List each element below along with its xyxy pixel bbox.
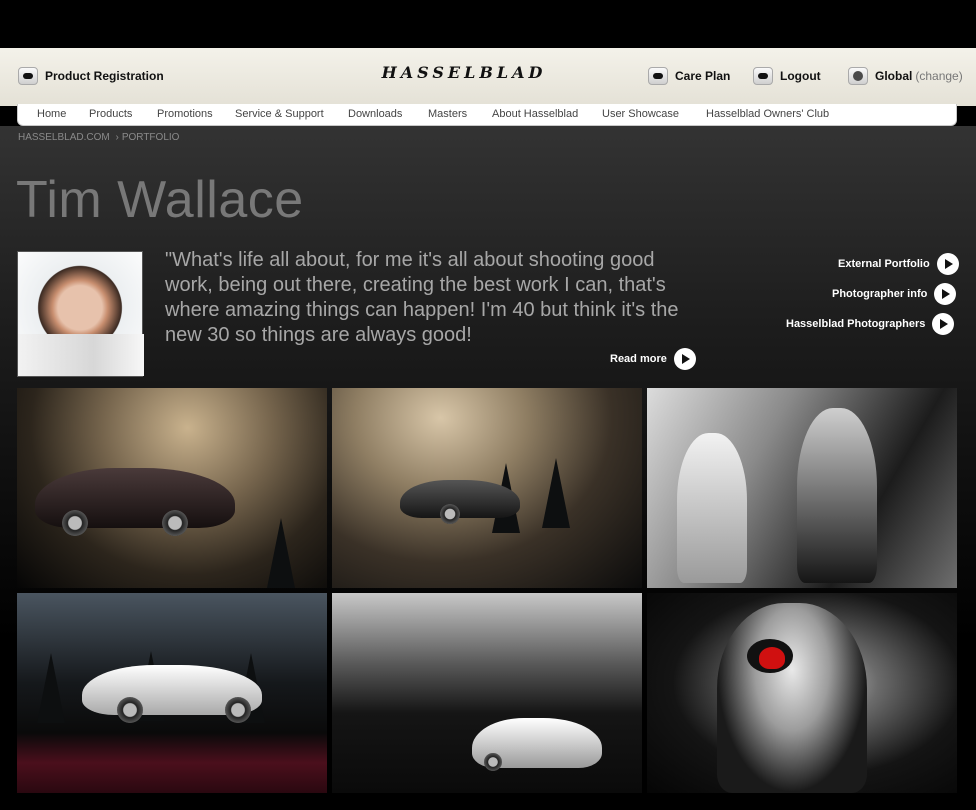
portfolio-photo-aston-car[interactable]: [17, 388, 327, 588]
breadcrumb-root-link[interactable]: HASSELBLAD.COM: [18, 132, 110, 143]
care-plan-link[interactable]: Care Plan: [648, 67, 730, 85]
read-more-label: Read more: [610, 353, 667, 365]
play-arrow-icon: [934, 283, 957, 305]
play-arrow-icon: [936, 253, 959, 275]
play-arrow-icon: [673, 348, 696, 370]
nav-home[interactable]: Home: [37, 108, 66, 120]
play-arrow-icon: [932, 313, 955, 335]
nav-owners-club[interactable]: Hasselblad Owners' Club: [706, 108, 829, 120]
tree-silhouette: [542, 458, 570, 528]
photographer-portrait: [17, 251, 144, 377]
portfolio-photo-women-interior[interactable]: [647, 388, 957, 588]
care-plan-label: Care Plan: [675, 69, 731, 83]
pen-icon: [18, 67, 38, 85]
external-portfolio-label: External Portfolio: [838, 258, 930, 270]
portfolio-photo-white-car-forest[interactable]: [17, 593, 327, 793]
breadcrumb-current[interactable]: PORTFOLIO: [122, 132, 180, 143]
tree-silhouette: [267, 518, 295, 588]
heart-icon: [759, 647, 785, 669]
logout-label: Logout: [780, 69, 821, 83]
nav-about-hasselblad[interactable]: About Hasselblad: [492, 108, 578, 120]
portfolio-photo-car-storm[interactable]: [332, 388, 642, 588]
car-wheel: [117, 697, 143, 723]
product-registration-label: Product Registration: [45, 69, 164, 83]
car-wheel: [62, 510, 88, 536]
read-more-link[interactable]: Read more: [610, 348, 696, 370]
nav-masters[interactable]: Masters: [428, 108, 467, 120]
photographer-quote: "What's life all about, for me it's all …: [165, 249, 679, 346]
region-change-link[interactable]: (change): [915, 69, 962, 83]
globe-icon: [848, 67, 868, 85]
hasselblad-photographers-label: Hasselblad Photographers: [786, 318, 926, 330]
region-selector[interactable]: Global (change): [848, 67, 963, 85]
car-shape: [400, 480, 520, 518]
main-navigation: Home Products Promotions Service & Suppo…: [17, 104, 957, 126]
breadcrumb-separator: ›: [115, 132, 119, 143]
nav-promotions[interactable]: Promotions: [157, 108, 213, 120]
external-portfolio-link[interactable]: External Portfolio: [838, 253, 959, 275]
nav-products[interactable]: Products: [89, 108, 132, 120]
figure-shape: [797, 408, 877, 583]
region-label: Global: [875, 69, 913, 83]
car-wheel: [225, 697, 251, 723]
photographer-info-link[interactable]: Photographer info: [832, 283, 957, 305]
nav-downloads[interactable]: Downloads: [348, 108, 402, 120]
logout-link[interactable]: Logout: [753, 67, 821, 85]
portrait-shirt: [18, 334, 144, 376]
nav-service-support[interactable]: Service & Support: [235, 108, 324, 120]
photographer-name: Tim Wallace: [16, 171, 304, 229]
breadcrumb: HASSELBLAD.COM › PORTFOLIO: [18, 132, 179, 143]
key-icon: [753, 67, 773, 85]
hasselblad-photographers-link[interactable]: Hasselblad Photographers: [786, 313, 955, 335]
figure-shape: [677, 433, 747, 583]
figure-shape: [717, 603, 867, 793]
hasselblad-logo[interactable]: HASSELBLAD: [376, 63, 552, 82]
car-wheel: [162, 510, 188, 536]
product-registration-link[interactable]: Product Registration: [18, 67, 164, 85]
nav-user-showcase[interactable]: User Showcase: [602, 108, 679, 120]
tree-silhouette: [37, 653, 65, 723]
photographer-info-label: Photographer info: [832, 288, 928, 300]
portfolio-photo-eyepatch-woman[interactable]: [647, 593, 957, 793]
car-wheel: [440, 504, 460, 524]
lock-icon: [648, 67, 668, 85]
car-wheel: [484, 753, 502, 771]
portfolio-photo-covered-car[interactable]: [332, 593, 642, 793]
